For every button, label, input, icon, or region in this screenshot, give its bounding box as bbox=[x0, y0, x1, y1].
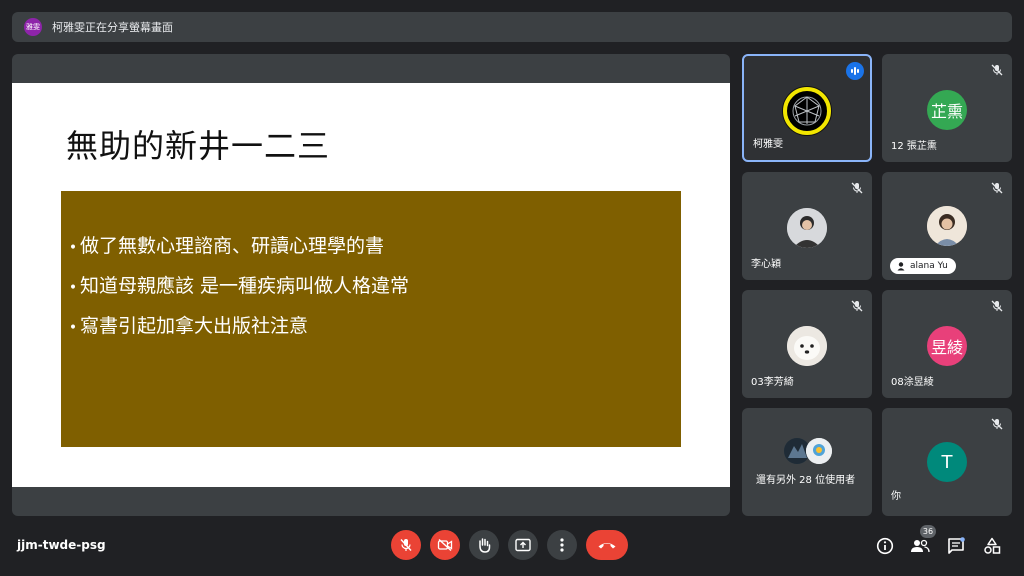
activities-icon bbox=[984, 537, 1001, 554]
avatar bbox=[806, 438, 832, 464]
chat-icon bbox=[948, 537, 965, 554]
avatar: 昱綾 bbox=[927, 326, 967, 366]
participant-name: 03李芳綺 bbox=[751, 377, 794, 388]
avatar bbox=[787, 326, 827, 366]
shared-screen[interactable]: 無助的新井一二三 • 做了無數心理諮商、研讀心理學的書 • 知道母親應該 是一種疾病… bbox=[12, 54, 730, 516]
more-participants-label: 還有另外 28 位使用者 bbox=[756, 475, 856, 486]
info-icon bbox=[876, 537, 894, 555]
slide-title: 無助的新井一二三 bbox=[66, 127, 331, 165]
raise-hand-button[interactable] bbox=[469, 530, 499, 560]
presenting-banner: 雅雯 柯雅雯正在分享螢幕畫面 bbox=[12, 12, 1012, 42]
chat-button[interactable] bbox=[946, 536, 966, 556]
participant-name: 08涂昱綾 bbox=[891, 377, 934, 388]
presenting-text: 柯雅雯正在分享螢幕畫面 bbox=[52, 21, 173, 34]
mic-off-icon bbox=[988, 415, 1006, 433]
more-participants-tile[interactable]: 還有另外 28 位使用者 bbox=[742, 408, 872, 516]
avatar: 芷熏 bbox=[927, 90, 967, 130]
mic-off-icon bbox=[848, 179, 866, 197]
more-options-button[interactable] bbox=[547, 530, 577, 560]
mic-off-icon bbox=[400, 539, 412, 551]
meeting-code: jjm-twde-psg bbox=[17, 538, 106, 552]
participant-tile[interactable]: alana Yu bbox=[882, 172, 1012, 280]
participant-tile[interactable]: 芷熏 12 張芷熏 bbox=[882, 54, 1012, 162]
slide-bullet: • 寫書引起加拿大出版社注意 bbox=[68, 315, 309, 337]
avatar bbox=[782, 86, 832, 136]
end-call-icon bbox=[598, 543, 616, 549]
slide-bullet: • 知道母親應該 是一種疾病叫做人格違常 bbox=[68, 275, 410, 297]
participant-name: 李心穎 bbox=[751, 259, 781, 270]
presenter-avatar: 雅雯 bbox=[24, 18, 42, 36]
name-pill: alana Yu bbox=[890, 258, 956, 274]
mic-off-icon bbox=[848, 297, 866, 315]
camera-off-icon bbox=[437, 538, 453, 552]
participant-tile[interactable]: 03李芳綺 bbox=[742, 290, 872, 398]
slide-bullet: • 做了無數心理諮商、研讀心理學的書 bbox=[68, 235, 385, 257]
present-now-button[interactable] bbox=[508, 530, 538, 560]
more-icon bbox=[560, 538, 564, 552]
meeting-details-button[interactable] bbox=[875, 536, 895, 556]
present-icon bbox=[515, 538, 531, 552]
participant-name: 你 bbox=[891, 491, 901, 502]
mic-off-icon bbox=[988, 179, 1006, 197]
people-icon bbox=[911, 539, 930, 553]
avatar bbox=[927, 206, 967, 246]
participant-tile[interactable]: 柯雅雯 bbox=[742, 54, 872, 162]
slide-content-box: • 做了無數心理諮商、研讀心理學的書 • 知道母親應該 是一種疾病叫做人格違常 • 寫… bbox=[61, 191, 681, 447]
raise-hand-icon bbox=[479, 538, 491, 553]
activities-button[interactable] bbox=[982, 536, 1002, 556]
participant-tile[interactable]: 李心穎 bbox=[742, 172, 872, 280]
leave-call-button[interactable] bbox=[586, 530, 628, 560]
avatar bbox=[787, 208, 827, 248]
pin-person-icon bbox=[897, 262, 905, 271]
people-button[interactable] bbox=[910, 536, 930, 556]
presentation-slide: 無助的新井一二三 • 做了無數心理諮商、研讀心理學的書 • 知道母親應該 是一種疾病… bbox=[12, 83, 730, 487]
self-tile[interactable]: T 你 bbox=[882, 408, 1012, 516]
mic-off-icon bbox=[988, 297, 1006, 315]
mic-toggle-button[interactable] bbox=[391, 530, 421, 560]
camera-toggle-button[interactable] bbox=[430, 530, 460, 560]
participant-name: alana Yu bbox=[910, 261, 948, 271]
participant-name: 12 張芷熏 bbox=[891, 141, 937, 152]
participant-name: 柯雅雯 bbox=[753, 139, 783, 150]
participant-tile[interactable]: 昱綾 08涂昱綾 bbox=[882, 290, 1012, 398]
speaking-indicator-icon bbox=[846, 62, 864, 80]
avatar: T bbox=[927, 442, 967, 482]
mic-off-icon bbox=[988, 61, 1006, 79]
